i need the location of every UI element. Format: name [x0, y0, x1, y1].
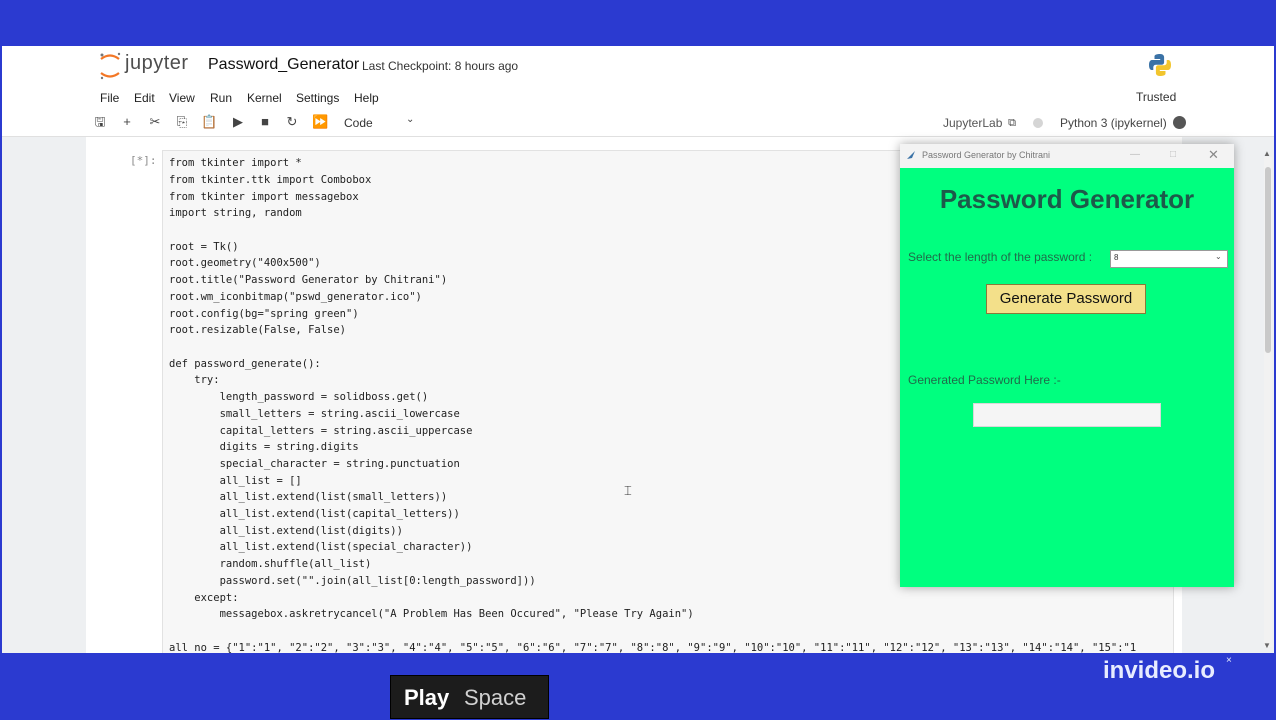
run-icon[interactable]: ▶ — [230, 114, 246, 130]
add-cell-icon[interactable]: + — [119, 114, 135, 130]
scroll-down-icon[interactable]: ▼ — [1263, 641, 1271, 650]
jupyter-header: jupyter Password_Generator Last Checkpoi… — [2, 46, 1274, 86]
menu-edit[interactable]: Edit — [134, 91, 155, 105]
notebook-toolbar: 🖫 + ✂ ⎘ 📋 ▶ ■ ↻ ⏩ Code ⌄ JupyterLab ⧉ Py… — [2, 110, 1274, 137]
chevron-down-icon[interactable]: ⌄ — [406, 114, 414, 125]
jupyterlab-link[interactable]: JupyterLab — [943, 116, 1002, 130]
code-line: all_list.extend(list(digits)) — [169, 525, 403, 537]
menu-view[interactable]: View — [169, 91, 195, 105]
code-line: all_list.extend(list(small_letters)) — [169, 491, 448, 503]
kernel-status-icon — [1033, 118, 1043, 128]
code-line: def password_generate(): — [169, 358, 321, 370]
menu-run[interactable]: Run — [210, 91, 232, 105]
jupyter-logo-text: jupyter — [125, 52, 189, 74]
code-line: root.resizable(False, False) — [169, 324, 347, 336]
play-word: Play — [404, 685, 450, 710]
generate-password-button[interactable]: Generate Password — [986, 284, 1146, 314]
code-line: from tkinter import * — [169, 157, 302, 169]
menu-help[interactable]: Help — [354, 91, 379, 105]
menu-kernel[interactable]: Kernel — [247, 91, 282, 105]
paste-icon[interactable]: 📋 — [201, 114, 217, 130]
space-word: Space — [464, 685, 527, 710]
chevron-down-icon[interactable]: ⌄ — [1215, 252, 1222, 261]
code-line: capital_letters = string.ascii_uppercase — [169, 425, 473, 437]
cell-type-select[interactable]: Code — [344, 116, 373, 130]
play-space-caption: Play Space — [390, 675, 549, 719]
menu-file[interactable]: File — [100, 91, 119, 105]
code-line: except: — [169, 592, 239, 604]
video-bottom-band — [0, 653, 1276, 720]
save-icon[interactable]: 🖫 — [92, 114, 108, 130]
video-top-band — [0, 0, 1276, 46]
code-line: try: — [169, 374, 220, 386]
menu-bar: File Edit View Run Kernel Settings Help … — [2, 86, 1274, 110]
code-line: root.geometry("400x500") — [169, 257, 321, 269]
code-line: password.set("".join(all_list[0:length_p… — [169, 575, 536, 587]
code-line: from tkinter.ttk import Combobox — [169, 174, 372, 186]
feather-icon — [907, 151, 915, 159]
code-line: all_list.extend(list(capital_letters)) — [169, 508, 460, 520]
code-line: all_list = [] — [169, 475, 302, 487]
copy-icon[interactable]: ⎘ — [174, 114, 190, 130]
generated-password-label: Generated Password Here :- — [908, 373, 1061, 387]
code-line: small_letters = string.ascii_lowercase — [169, 408, 460, 420]
minimize-icon[interactable]: — — [1130, 149, 1140, 160]
length-combobox[interactable]: 8 ⌄ — [1110, 250, 1228, 268]
fast-forward-icon[interactable]: ⏩ — [312, 114, 328, 130]
trusted-indicator[interactable]: Trusted — [1136, 90, 1176, 104]
cut-icon[interactable]: ✂ — [147, 114, 163, 130]
watermark-mark-icon: × — [1226, 655, 1232, 666]
jupyter-logo-icon — [100, 52, 121, 80]
notebook-title[interactable]: Password_Generator — [208, 56, 359, 74]
code-line: import string, random — [169, 207, 302, 219]
scrollbar-thumb[interactable] — [1265, 167, 1271, 353]
invideo-watermark: invideo.io — [1103, 657, 1216, 684]
tk-heading: Password Generator — [939, 184, 1195, 214]
code-line: digits = string.digits — [169, 441, 359, 453]
maximize-icon[interactable]: □ — [1170, 149, 1176, 160]
cell-prompt: [*]: — [130, 154, 157, 167]
menu-settings[interactable]: Settings — [296, 91, 339, 105]
text-cursor-icon: ⌶ — [624, 483, 632, 498]
kernel-busy-icon — [1173, 116, 1186, 129]
generated-password-field[interactable] — [973, 403, 1161, 427]
code-line: random.shuffle(all_list) — [169, 558, 372, 570]
code-line: all_no = {"1":"1", "2":"2", "3":"3", "4"… — [169, 642, 1137, 653]
tk-window-title: Password Generator by Chitrani — [922, 150, 1051, 160]
code-line: special_character = string.punctuation — [169, 458, 460, 470]
code-line: all_list.extend(list(special_character)) — [169, 541, 473, 553]
code-line: root.wm_iconbitmap("pswd_generator.ico") — [169, 291, 422, 303]
code-line: root.title("Password Generator by Chitra… — [169, 274, 448, 286]
code-line: messagebox.askretrycancel("A Problem Has… — [169, 608, 694, 620]
checkpoint-status: Last Checkpoint: 8 hours ago — [362, 59, 519, 73]
length-label: Select the length of the password : — [908, 250, 1093, 264]
stop-icon[interactable]: ■ — [257, 114, 273, 130]
code-line: length_password = solidboss.get() — [169, 391, 429, 403]
restart-icon[interactable]: ↻ — [284, 114, 300, 130]
tk-password-window: Password Generator by Chitrani — □ ✕ Pas… — [900, 144, 1234, 587]
tk-titlebar[interactable]: Password Generator by Chitrani — □ ✕ — [900, 144, 1234, 168]
close-icon[interactable]: ✕ — [1208, 147, 1219, 163]
code-line: root = Tk() — [169, 241, 239, 253]
python-logo-icon — [1149, 54, 1171, 76]
external-link-icon[interactable]: ⧉ — [1004, 115, 1020, 131]
code-line: from tkinter import messagebox — [169, 191, 359, 203]
kernel-name[interactable]: Python 3 (ipykernel) — [1060, 116, 1167, 130]
length-combobox-value: 8 — [1114, 253, 1119, 262]
code-line: root.config(bg="spring green") — [169, 308, 359, 320]
